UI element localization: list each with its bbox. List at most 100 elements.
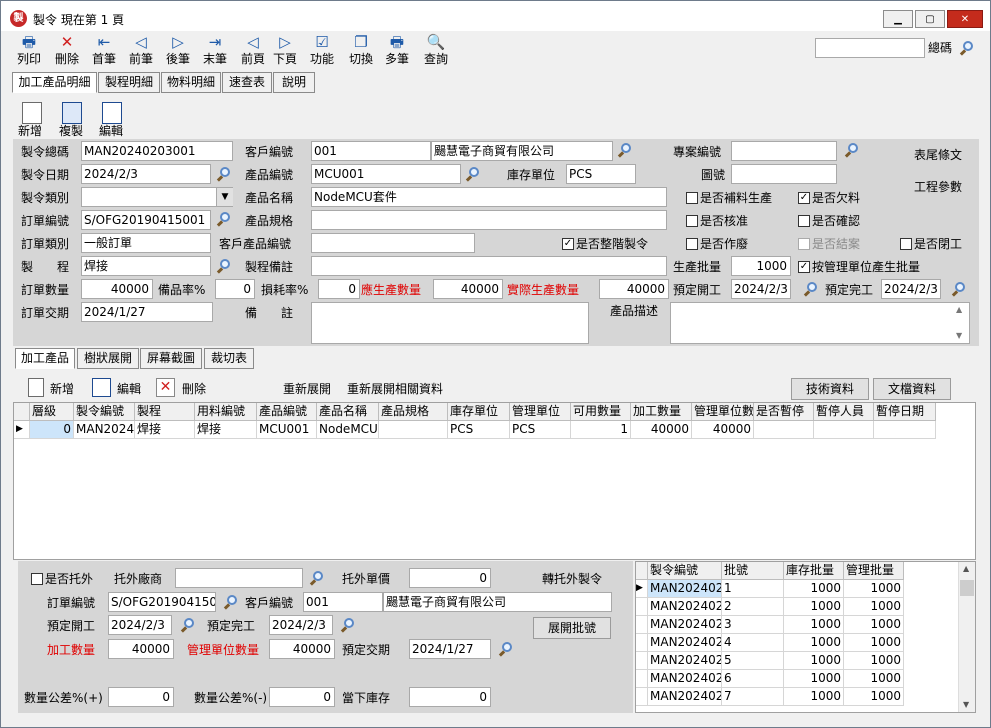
bottom-sales-lookup-icon[interactable]	[222, 594, 238, 610]
plan-start-field[interactable]: 2024/2/3	[731, 279, 791, 299]
grid-cell[interactable]: MAN20240203001	[74, 421, 135, 439]
scroll-down-icon[interactable]: ▼	[956, 331, 962, 340]
batch-cell[interactable]: 1000	[844, 598, 904, 616]
order-date-field[interactable]: 2024/2/3	[81, 164, 211, 184]
project-lookup-icon[interactable]	[843, 142, 859, 158]
bottom-start-lookup-icon[interactable]	[179, 617, 195, 633]
grid-header-cell[interactable]: 暫停人員	[814, 403, 874, 421]
bottom-sales-no-field[interactable]: S/OFG20190415001	[108, 592, 216, 612]
bottom-mgmt-qty-field[interactable]: 40000	[269, 639, 335, 659]
batch-cell[interactable]: 1	[722, 580, 784, 598]
stock-unit-field[interactable]: PCS	[566, 164, 636, 184]
grid-cell[interactable]: 40000	[692, 421, 754, 439]
re-expand-button[interactable]: 重新展開	[283, 381, 331, 397]
toolbar-printer-button[interactable]: 🖶 列印	[9, 33, 49, 69]
spec-field[interactable]	[311, 210, 667, 230]
grid-add-icon[interactable]	[28, 378, 44, 397]
top-tab-3[interactable]: 速查表	[222, 72, 272, 93]
mid-tab-2[interactable]: 屏幕截圖	[140, 348, 202, 369]
grid-cell[interactable]: NodeMCU套件	[317, 421, 379, 439]
transfer-outsource-link[interactable]: 轉托外製令	[542, 571, 602, 587]
vendor-field[interactable]	[175, 568, 303, 588]
batch-cell[interactable]: MAN20240203001	[648, 670, 722, 688]
document-data-button[interactable]: 文檔資料	[873, 378, 951, 400]
outsource-price-field[interactable]: 0	[409, 568, 491, 588]
top-tab-1[interactable]: 製程明細	[98, 72, 160, 93]
toolbar-previous-record-button[interactable]: ◁ 前筆	[121, 33, 161, 69]
maximize-button[interactable]: ▢	[915, 10, 945, 28]
batch-cell[interactable]: 1000	[844, 634, 904, 652]
re-expand-related-button[interactable]: 重新展開相關資料	[347, 381, 443, 397]
scroll-thumb[interactable]	[960, 580, 974, 596]
scroll-up-icon[interactable]: ▲	[956, 305, 962, 314]
void-checkbox[interactable]	[686, 238, 698, 250]
bottom-end-lookup-icon[interactable]	[339, 617, 355, 633]
current-stock-field[interactable]: 0	[409, 687, 491, 707]
minimize-button[interactable]: ▁	[883, 10, 913, 28]
grid-cell[interactable]: 1	[571, 421, 631, 439]
batch-cell[interactable]: 1000	[784, 670, 844, 688]
grid-cell[interactable]: 焊接	[195, 421, 257, 439]
grid-header-cell[interactable]: 可用數量	[571, 403, 631, 421]
plan-qty-field[interactable]: 40000	[433, 279, 503, 299]
toolbar-next-page-button[interactable]: ▷ 下頁	[265, 33, 305, 69]
grid-cell[interactable]	[874, 421, 936, 439]
grid-header-cell[interactable]: 製令編號	[74, 403, 135, 421]
grid-cell[interactable]: 0	[30, 421, 74, 439]
batch-cell[interactable]: 1000	[844, 688, 904, 706]
chevron-down-icon[interactable]: ▼	[216, 188, 233, 206]
technical-data-button[interactable]: 技術資料	[791, 378, 869, 400]
bottom-customer-name-field[interactable]: 颺慧電子商貿有限公司	[383, 592, 612, 612]
batch-cell[interactable]: 1000	[784, 634, 844, 652]
batch-cell[interactable]: 1000	[844, 580, 904, 598]
edit-doc-icon[interactable]	[102, 102, 122, 124]
grid-header-cell[interactable]: 用料編號	[195, 403, 257, 421]
grid-edit-button[interactable]: 編輯	[117, 381, 141, 397]
grid-header-cell[interactable]: 產品編號	[257, 403, 317, 421]
top-tab-2[interactable]: 物料明細	[161, 72, 221, 93]
grid-cell[interactable]	[754, 421, 814, 439]
toolbar-next-record-button[interactable]: ▷ 後筆	[158, 33, 198, 69]
plan-end-lookup-icon[interactable]	[950, 281, 966, 297]
mid-tab-1[interactable]: 樹狀展開	[77, 348, 139, 369]
work-closed-checkbox[interactable]	[900, 238, 912, 250]
batch-grid[interactable]: 製令編號批號庫存批量管理批量 ▶MAN20240203001110001000M…	[635, 561, 976, 713]
sales-qty-field[interactable]: 40000	[81, 279, 153, 299]
batch-cell[interactable]: MAN20240203001	[648, 688, 722, 706]
customer-name-field[interactable]: 颺慧電子商貿有限公司	[431, 141, 613, 161]
batch-cell[interactable]: 1000	[784, 598, 844, 616]
batch-header-cell[interactable]: 製令編號	[648, 562, 722, 580]
delivery-field[interactable]: 2024/1/27	[81, 302, 213, 322]
batch-header-cell[interactable]: 批號	[722, 562, 784, 580]
copy-label[interactable]: 複製	[59, 123, 83, 139]
batch-cell[interactable]: MAN20240203001	[648, 598, 722, 616]
whole-level-checkbox[interactable]: ✓	[562, 238, 574, 250]
copy-doc-icon[interactable]	[62, 102, 82, 124]
grid-cell[interactable]: MCU001	[257, 421, 317, 439]
grid-cell[interactable]: PCS	[510, 421, 571, 439]
batch-cell[interactable]: 1000	[784, 616, 844, 634]
grid-cell[interactable]: PCS	[448, 421, 510, 439]
toolbar-multi-record-button[interactable]: 🖶 多筆	[377, 33, 417, 69]
confirmed-checkbox[interactable]	[798, 215, 810, 227]
batch-cell[interactable]: 2	[722, 598, 784, 616]
bottom-qty-field[interactable]: 40000	[108, 639, 174, 659]
expand-batch-button[interactable]: 展開批號	[533, 617, 611, 639]
grid-edit-icon[interactable]	[92, 378, 111, 397]
tolerance-plus-field[interactable]: 0	[108, 687, 174, 707]
batch-cell[interactable]: 5	[722, 652, 784, 670]
batch-cell[interactable]: 1000	[844, 616, 904, 634]
plan-end-field[interactable]: 2024/2/3	[881, 279, 941, 299]
plan-start-lookup-icon[interactable]	[802, 281, 818, 297]
process-note-field[interactable]	[311, 256, 667, 276]
engineering-params-link[interactable]: 工程參數	[914, 179, 962, 195]
batch-cell[interactable]: 1000	[784, 580, 844, 598]
batch-cell[interactable]: 1000	[844, 670, 904, 688]
loss-rate-field[interactable]: 0	[318, 279, 360, 299]
supplement-checkbox[interactable]	[686, 192, 698, 204]
project-no-field[interactable]	[731, 141, 837, 161]
close-button[interactable]: ✕	[947, 10, 983, 28]
process-field[interactable]: 焊接	[81, 256, 211, 276]
bottom-start-field[interactable]: 2024/2/3	[108, 615, 172, 635]
owed-checkbox[interactable]: ✓	[798, 192, 810, 204]
